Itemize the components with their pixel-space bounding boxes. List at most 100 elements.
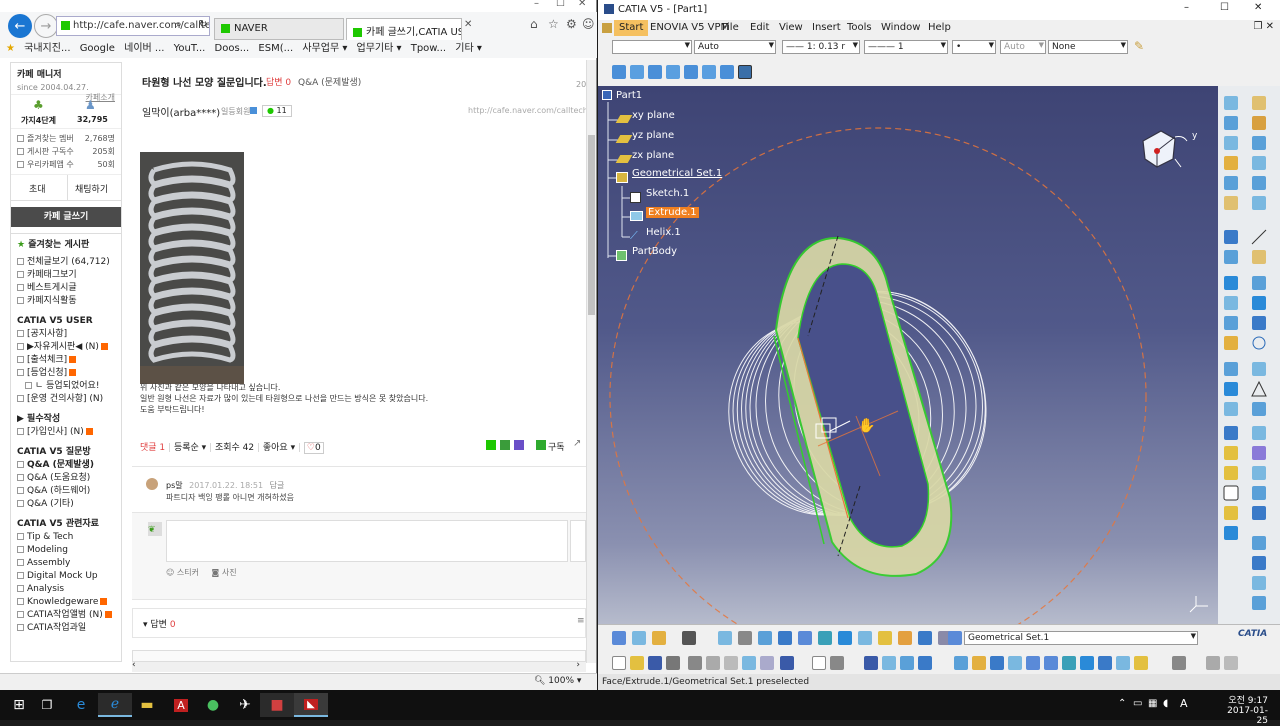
left-view-icon[interactable] [666,65,680,79]
tab-close-icon[interactable]: ✕ [464,19,472,30]
tree-zx-plane[interactable]: zx plane [632,150,674,161]
post-url[interactable]: http://cafe.naver.com/calltech/ [468,106,586,115]
fly-mode-icon[interactable] [954,656,968,670]
tree-extrude[interactable]: Extrude.1 [646,207,699,218]
axis-icon[interactable] [652,631,666,645]
copy-icon[interactable] [706,656,720,670]
new-file-icon[interactable] [612,656,626,670]
tree-part1[interactable]: Part1 [616,90,642,101]
reply-link[interactable]: 답글 [270,481,285,490]
menu-item[interactable]: [운영 건의사항] (N) [27,394,103,404]
sort-dropdown[interactable]: 등록순 ▾ [174,443,206,453]
print-icon[interactable] [666,656,680,670]
menu-item[interactable]: 카페태그보기 [27,270,77,280]
menu-tools[interactable]: Tools [847,22,872,33]
menu-view[interactable]: View [779,22,803,33]
shading-icon[interactable] [818,631,832,645]
menu-item[interactable]: Q&A (도움요청) [27,473,90,483]
back-view-icon[interactable] [648,65,662,79]
paste-icon[interactable] [724,656,738,670]
hide-show-icon[interactable] [858,631,872,645]
rotate-tool-icon[interactable] [1008,656,1022,670]
thickness-combo[interactable]: ——— 1 ▼ [864,40,948,54]
scroll-thumb[interactable] [588,135,595,315]
window-icon[interactable] [1224,656,1238,670]
tree-sketch[interactable]: Sketch.1 [646,188,689,199]
undo-icon[interactable] [742,656,756,670]
restore-icon[interactable]: ❐ ✕ [1253,21,1274,32]
post-author[interactable]: 일막이(arba****) [142,104,220,119]
right-view-icon[interactable] [684,65,698,79]
like-dropdown[interactable]: 좋아요 ▾ [263,443,295,453]
taskbar-ie[interactable]: ℯ [98,693,132,717]
tray-device-icon[interactable]: ▭ [1133,698,1142,709]
minimize-icon[interactable]: – [534,0,539,9]
bottom-view-icon[interactable] [720,65,734,79]
tree-yz-plane[interactable]: yz plane [632,130,674,141]
analysis-icon[interactable] [1172,656,1186,670]
menu-item[interactable]: Assembly [27,558,70,568]
menu-item[interactable]: [가입인사] (N) [27,427,84,437]
point-combo[interactable]: • ▼ [952,40,996,54]
knowledge-icon[interactable] [900,656,914,670]
redo-icon[interactable] [760,656,774,670]
menu-window[interactable]: Window [881,22,920,33]
menu-item[interactable]: Tip & Tech [27,532,73,542]
transparency-combo[interactable]: Auto ▼ [1000,40,1046,54]
star-icon[interactable]: ☆ [548,17,559,31]
minimize-icon[interactable]: – [1184,2,1189,13]
answer-tag[interactable]: 답변 0 [266,75,291,88]
write-post-button[interactable]: 카페 글쓰기 [11,207,121,227]
paintbrush-icon[interactable]: ✎ [1134,39,1144,53]
quick-view-icon[interactable] [1080,656,1094,670]
comment-submit-button[interactable] [570,520,586,562]
tree-toggle-icon[interactable] [612,631,626,645]
menu-item[interactable]: CATIA작업앨범 (N) [27,610,103,620]
swap-icon[interactable] [1134,656,1148,670]
favorites-star-icon[interactable]: ★ [6,40,15,58]
external-share-icon[interactable]: ↗ [573,438,581,449]
menu-item[interactable]: Q&A (기타) [27,499,74,509]
swap-space-icon[interactable] [878,631,892,645]
linetype-combo[interactable]: —— 1: 0.13 r ▼ [782,40,860,54]
clock-time[interactable]: 오전 9:17 [1224,693,1268,706]
clock-date[interactable]: 2017-01-25 [1218,706,1268,726]
favorite-folder[interactable]: 기타 ▾ [455,40,482,58]
favorite-item[interactable]: YouT... [174,40,206,58]
taskbar-app-tool[interactable]: ✈ [228,693,262,717]
favorite-item[interactable]: 네이버 ... [124,40,164,58]
menu-file[interactable]: File [722,22,739,33]
share-blog-icon[interactable] [514,440,524,450]
maximize-icon[interactable]: ☐ [1220,2,1229,13]
comment-icon[interactable] [830,656,844,670]
zoom-in-icon[interactable] [1026,656,1040,670]
color-combo[interactable]: Auto ▼ [694,40,776,54]
menu-item[interactable]: CATIA작업과일 [27,623,86,633]
menu-item[interactable]: [등업신청] [27,368,67,378]
ime-indicator[interactable]: A [1180,697,1188,710]
members-count[interactable]: 32,795 [77,115,108,124]
comment-author[interactable]: ps말 [166,481,183,490]
tree-partbody[interactable]: PartBody [632,246,677,257]
menu-edit[interactable]: Edit [750,22,769,33]
favorite-item[interactable]: ESM(... [258,40,293,58]
like-button[interactable]: ♡0 [303,442,324,454]
favorite-folder[interactable]: 사무업무 ▾ [302,40,347,58]
tab-cafe-write[interactable]: 카페 글쓰기,CATIA USER ... [346,18,462,40]
multi-view-icon[interactable] [778,631,792,645]
grid-icon[interactable] [798,631,812,645]
menu-item[interactable]: Analysis [27,584,64,594]
top-view-icon[interactable] [702,65,716,79]
open-file-icon[interactable] [630,656,644,670]
menu-item[interactable]: Q&A (문제발생) [27,460,94,470]
tree-helix[interactable]: Helix.1 [646,227,681,238]
help-icon[interactable] [780,656,794,670]
layout-icon[interactable] [1206,656,1220,670]
fit-all-icon[interactable] [632,631,646,645]
comments-count[interactable]: 댓글 1 [140,443,165,453]
apply-material-icon[interactable] [918,631,932,645]
current-body-combo[interactable]: Geometrical Set.1 ▼ [964,631,1198,645]
share-naver-icon[interactable] [486,440,496,450]
answer-toggle[interactable]: ▾ 답변 0 [143,617,176,630]
address-bar[interactable]: http://cafe.naver.com/callter [56,16,210,36]
